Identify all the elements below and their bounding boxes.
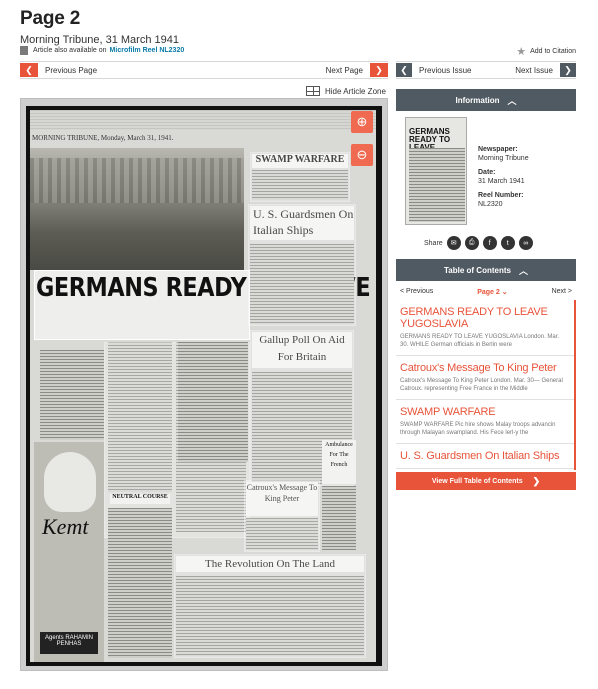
information-title: Information bbox=[455, 95, 500, 105]
masthead: MORNING TRIBUNE, Monday, March 31, 1941. bbox=[32, 134, 174, 142]
page-header: Page 2 Morning Tribune, 31 March 1941 bbox=[20, 8, 580, 46]
information-toggle[interactable]: Information ︿ bbox=[396, 89, 576, 111]
microfilm-link[interactable]: Microfilm Reel NL2320 bbox=[110, 47, 185, 54]
next-issue-button[interactable]: Next Issue ❯ bbox=[508, 63, 576, 77]
toc-item-title: Catroux's Message To King Peter bbox=[400, 362, 557, 374]
toc-item-desc: GERMANS READY TO LEAVE YUGOSLAVIA London… bbox=[400, 334, 560, 348]
toc-list[interactable]: GERMANS READY TO LEAVE YUGOSLAVIA GERMAN… bbox=[396, 300, 576, 470]
facebook-icon[interactable]: f bbox=[482, 236, 497, 250]
date-value: 31 March 1941 bbox=[478, 178, 525, 185]
reel-label: Reel Number: bbox=[478, 192, 524, 199]
hide-article-zone-toggle[interactable]: Hide Article Zone bbox=[306, 86, 386, 96]
toc-pagination: < Previous Page 2 ⌄ Next > bbox=[400, 288, 572, 296]
headline-neutral: NEUTRAL COURSE bbox=[110, 494, 170, 504]
share-label: Share bbox=[424, 239, 443, 247]
chevron-up-icon: ︿ bbox=[507, 95, 517, 106]
chevron-left-icon: ❮ bbox=[396, 63, 412, 77]
view-full-toc-button[interactable]: View Full Table of Contents ❯ bbox=[396, 472, 576, 490]
article-text bbox=[108, 508, 172, 658]
microfilm-availability: Article also available on Microfilm Reel… bbox=[20, 46, 184, 55]
document-icon bbox=[20, 46, 28, 55]
kemt-advertisement: Kemt Agents RAHAMIN PENHAS bbox=[34, 442, 104, 662]
toc-title: Table of Contents bbox=[444, 265, 511, 275]
ad-portrait bbox=[44, 452, 96, 512]
page-title: Page 2 bbox=[20, 8, 81, 29]
chevron-right-icon: ❯ bbox=[560, 63, 576, 77]
toc-previous-link[interactable]: < Previous bbox=[400, 288, 433, 296]
ad-agents: Agents RAHAMIN PENHAS bbox=[40, 632, 98, 654]
share-bar: Share ✉ ⎙ f t ∞ bbox=[424, 236, 533, 250]
hide-zone-label: Hide Article Zone bbox=[325, 86, 386, 96]
thumbnail-text bbox=[409, 148, 465, 222]
previous-page-button[interactable]: ❮ Previous Page bbox=[20, 63, 104, 77]
twitter-icon[interactable]: t bbox=[500, 236, 515, 250]
cite-label: Add to Citation bbox=[530, 48, 576, 55]
toc-item-title: SWAMP WARFARE bbox=[400, 406, 496, 418]
page-edge bbox=[30, 110, 376, 130]
toc-page-select[interactable]: Page 2 ⌄ bbox=[477, 288, 507, 296]
zoom-out-icon[interactable]: ⊖ bbox=[351, 144, 373, 166]
chevron-down-icon: ⌄ bbox=[501, 289, 508, 296]
ad-brand: Kemt bbox=[42, 514, 89, 539]
zoom-in-icon[interactable]: ⊕ bbox=[351, 111, 373, 133]
link-icon[interactable]: ∞ bbox=[518, 236, 533, 250]
page-subtitle: Morning Tribune, 31 March 1941 bbox=[20, 34, 179, 46]
previous-issue-label: Previous Issue bbox=[419, 65, 472, 75]
photo-trees bbox=[30, 158, 244, 203]
toc-page-label: Page 2 bbox=[477, 289, 500, 296]
newspaper-page: MORNING TRIBUNE, Monday, March 31, 1941.… bbox=[30, 110, 382, 662]
chevron-left-icon: ❮ bbox=[20, 63, 38, 77]
issue-metadata: Newspaper: Morning Tribune Date: 31 Marc… bbox=[478, 140, 529, 209]
article-text bbox=[40, 350, 104, 440]
chevron-right-icon: ❯ bbox=[370, 63, 388, 77]
troops-photo bbox=[30, 148, 244, 270]
newspaper-viewer[interactable]: MORNING TRIBUNE, Monday, March 31, 1941.… bbox=[20, 98, 388, 671]
toc-next-link[interactable]: Next > bbox=[552, 288, 572, 296]
toc-item-desc: SWAMP WARFARE Pic hire shows Malay troop… bbox=[400, 422, 556, 436]
toc-item-desc: Catroux's Message To King Peter London. … bbox=[400, 378, 563, 392]
toc-item[interactable]: Catroux's Message To King Peter Catroux'… bbox=[396, 356, 574, 400]
article-zone-swamp[interactable] bbox=[250, 152, 350, 202]
article-text bbox=[322, 486, 356, 550]
table-of-contents-toggle[interactable]: Table of Contents ︿ bbox=[396, 259, 576, 281]
article-text bbox=[178, 342, 248, 462]
page-navigation: ❮ Previous Page Next Page ❯ bbox=[20, 61, 388, 79]
view-full-toc-label: View Full Table of Contents bbox=[431, 477, 523, 485]
next-page-label: Next Page bbox=[325, 65, 363, 75]
article-zone-revolution[interactable] bbox=[174, 554, 366, 658]
headline-ambulance: Ambulance For The French bbox=[322, 440, 356, 484]
add-to-citation-button[interactable]: ★ Add to Citation bbox=[516, 45, 576, 58]
newspaper-scan[interactable]: MORNING TRIBUNE, Monday, March 31, 1941.… bbox=[26, 106, 382, 666]
star-icon: ★ bbox=[516, 46, 527, 58]
toc-item[interactable]: GERMANS READY TO LEAVE YUGOSLAVIA GERMAN… bbox=[396, 300, 574, 356]
print-icon[interactable]: ⎙ bbox=[464, 236, 479, 250]
next-issue-label: Next Issue bbox=[515, 65, 553, 75]
grid-icon bbox=[306, 86, 320, 96]
email-icon[interactable]: ✉ bbox=[446, 236, 461, 250]
reel-value: NL2320 bbox=[478, 201, 503, 208]
issue-navigation: ❮ Previous Issue Next Issue ❯ bbox=[396, 61, 576, 79]
toc-item[interactable]: SWAMP WARFARE SWAMP WARFARE Pic hire sho… bbox=[396, 400, 574, 444]
page-thumbnail[interactable]: GERMANS READY TO LEAVE YUGOSLAVIA bbox=[405, 117, 467, 225]
article-zone-guardsmen[interactable] bbox=[248, 204, 356, 326]
toc-item-title: GERMANS READY TO LEAVE YUGOSLAVIA bbox=[400, 306, 548, 330]
previous-issue-button[interactable]: ❮ Previous Issue bbox=[396, 63, 478, 77]
chevron-right-icon: ❯ bbox=[532, 475, 541, 486]
toc-item-title: U. S. Guardsmen On Italian Ships bbox=[400, 450, 560, 462]
next-page-button[interactable]: Next Page ❯ bbox=[319, 63, 388, 77]
chevron-up-icon: ︿ bbox=[518, 265, 528, 276]
date-label: Date: bbox=[478, 169, 496, 176]
availability-text: Article also available on bbox=[33, 47, 107, 54]
newspaper-value: Morning Tribune bbox=[478, 155, 529, 162]
toc-item[interactable]: U. S. Guardsmen On Italian Ships bbox=[396, 444, 574, 469]
article-zone-catroux[interactable] bbox=[244, 480, 320, 552]
newspaper-label: Newspaper: bbox=[478, 146, 518, 153]
previous-page-label: Previous Page bbox=[45, 65, 98, 75]
headline-germans: GERMANS READY TO LEAVE YUGOSLAVIA bbox=[36, 273, 382, 303]
